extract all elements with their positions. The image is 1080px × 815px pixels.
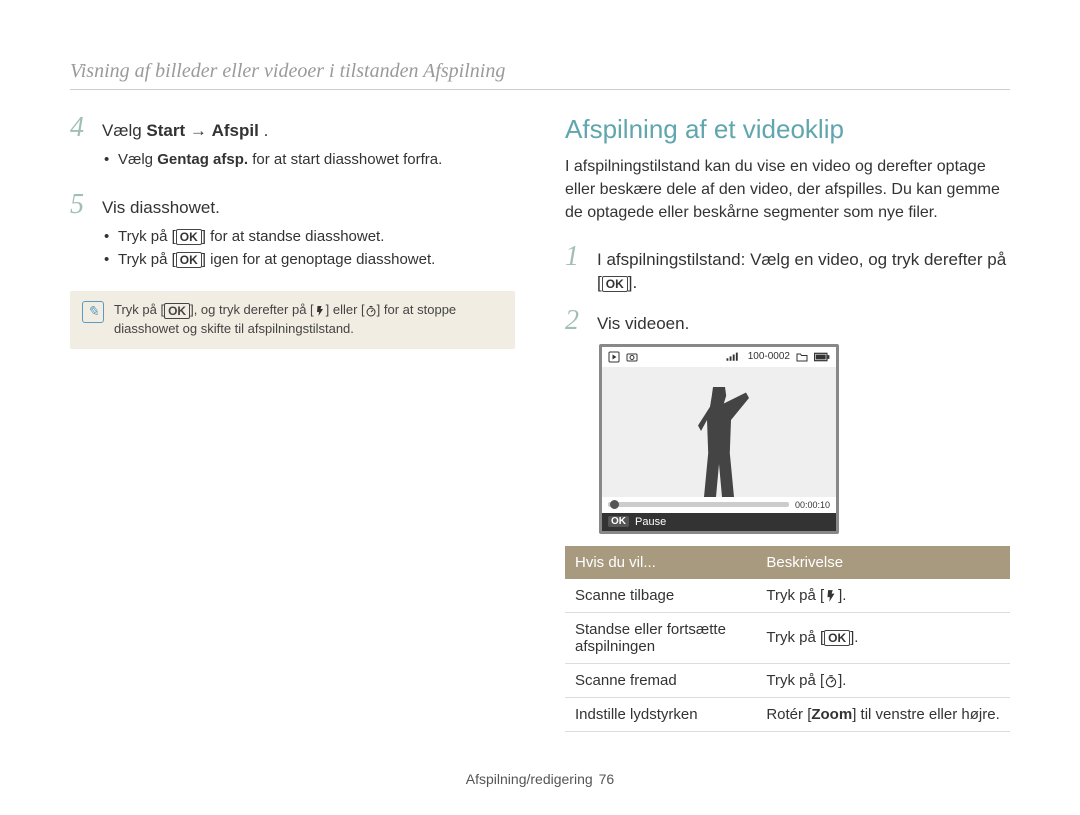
pause-label: Pause [635, 516, 666, 528]
text: ] for at standse diasshowet. [202, 228, 385, 245]
table-row: Standse eller fortsætte afspilningen Try… [565, 612, 1010, 663]
step-1: 1 I afspilningstilstand: Vælg en video, … [565, 243, 1010, 296]
folder-icon [796, 352, 808, 362]
video-topbar: 100-0002 [602, 347, 836, 367]
note-text: Tryk på [OK], og tryk derefter på [ ] ell… [114, 301, 503, 339]
video-preview-frame: 100-0002 00:00:10 OK Pause [599, 344, 839, 534]
page-footer: Afspilning/redigering 76 [0, 771, 1080, 787]
text: Vælg [102, 121, 146, 140]
step-5: 5 Vis diasshowet. [70, 191, 515, 220]
progress-knob [610, 500, 619, 509]
counter-label: 100-0002 [748, 351, 790, 362]
label-start: Start [146, 121, 185, 140]
play-mode-icon [608, 351, 620, 363]
step-4: 4 Vælg Start → Afspil . [70, 114, 515, 143]
step-text: Vis videoen. [597, 312, 689, 336]
cell-action: Indstille lydstyrken [565, 697, 756, 731]
camera-icon [626, 351, 638, 363]
breadcrumb: Visning af billeder eller videoer i tils… [70, 60, 1010, 90]
text: ]. [850, 629, 858, 646]
table-row: Scanne tilbage Tryk på []. [565, 579, 1010, 613]
label-afspil: Afspil [212, 121, 259, 140]
text: ]. [628, 273, 637, 292]
cell-desc: Tryk på []. [756, 579, 1010, 613]
text: ] til venstre eller højre. [852, 706, 1000, 723]
text: Rotér [ [766, 706, 811, 723]
cell-desc: Rotér [Zoom] til venstre eller højre. [756, 697, 1010, 731]
text: Tryk på [ [766, 672, 824, 689]
note-box: ✎ Tryk på [OK], og tryk derefter på [ ] e… [70, 291, 515, 349]
cell-desc: Tryk på []. [756, 663, 1010, 697]
text: for at start diasshowet forfra. [248, 151, 442, 168]
footer-page-number: 76 [599, 771, 615, 787]
video-progress: 00:00:10 [602, 497, 836, 513]
section-title: Afspilning af et videoklip [565, 114, 1010, 145]
step-number: 5 [70, 191, 88, 219]
left-column: 4 Vælg Start → Afspil . Vælg Gentag afsp… [70, 114, 515, 732]
bullet: Tryk på [OK] igen for at genoptage diass… [104, 249, 515, 272]
timer-icon [824, 674, 838, 688]
controls-table: Hvis du vil... Beskrivelse Scanne tilbag… [565, 546, 1010, 732]
flash-icon [314, 305, 326, 317]
cell-desc: Tryk på [OK]. [756, 612, 1010, 663]
step-2: 2 Vis videoen. [565, 307, 1010, 336]
text: Tryk på [ [766, 629, 824, 646]
text: ]. [838, 672, 846, 689]
step-text: I afspilningstilstand: Vælg en video, og… [597, 248, 1006, 296]
text: ]. [838, 587, 846, 604]
th-action: Hvis du vil... [565, 546, 756, 579]
step-4-bullets: Vælg Gentag afsp. for at start diasshowe… [104, 149, 515, 172]
zoom-label: Zoom [811, 706, 852, 723]
battery-icon [814, 352, 830, 362]
video-bottombar: OK Pause [602, 513, 836, 531]
step-number: 2 [565, 307, 583, 335]
cell-action: Scanne tilbage [565, 579, 756, 613]
text: Tryk på [ [114, 302, 164, 317]
text: Tryk på [ [118, 228, 176, 245]
step-5-bullets: Tryk på [OK] for at standse diasshowet. … [104, 226, 515, 271]
ok-indicator: OK [608, 516, 629, 527]
cell-action: Standse eller fortsætte afspilningen [565, 612, 756, 663]
th-desc: Beskrivelse [756, 546, 1010, 579]
timer-icon [365, 305, 377, 317]
step-number: 4 [70, 114, 88, 142]
intro-text: I afspilningstilstand kan du vise en vid… [565, 155, 1010, 225]
step-text: Vis diasshowet. [102, 196, 220, 220]
ok-key-icon: OK [176, 229, 202, 245]
person-silhouette [689, 387, 749, 497]
text: ], og tryk derefter på [ [190, 302, 314, 317]
bullet: Vælg Gentag afsp. for at start diasshowe… [104, 149, 515, 172]
footer-section: Afspilning/redigering [466, 771, 593, 787]
text: Tryk på [ [766, 587, 824, 604]
right-column: Afspilning af et videoklip I afspilnings… [565, 114, 1010, 732]
ok-key-icon: OK [824, 630, 850, 646]
step-number: 1 [565, 243, 583, 271]
ok-key-icon: OK [602, 276, 628, 292]
ok-key-icon: OK [164, 303, 190, 319]
note-icon: ✎ [82, 301, 104, 323]
arrow: → [185, 121, 211, 140]
signal-icon [726, 352, 742, 362]
time-label: 00:00:10 [795, 500, 830, 510]
flash-icon [824, 589, 838, 603]
text: Vælg [118, 151, 157, 168]
text: I afspilningstilstand: Vælg en video, og… [597, 250, 1006, 269]
ok-key-icon: OK [176, 252, 202, 268]
text: Tryk på [ [118, 251, 176, 268]
text: ] igen for at genoptage diasshowet. [202, 251, 436, 268]
cell-action: Scanne fremad [565, 663, 756, 697]
bullet: Tryk på [OK] for at standse diasshowet. [104, 226, 515, 249]
text: . [259, 121, 268, 140]
step-text: Vælg Start → Afspil . [102, 119, 268, 143]
label-gentag: Gentag afsp. [157, 151, 248, 168]
progress-bar [608, 502, 789, 507]
video-body [602, 367, 836, 497]
text: ] eller [ [326, 302, 365, 317]
table-row: Scanne fremad Tryk på []. [565, 663, 1010, 697]
table-row: Indstille lydstyrken Rotér [Zoom] til ve… [565, 697, 1010, 731]
